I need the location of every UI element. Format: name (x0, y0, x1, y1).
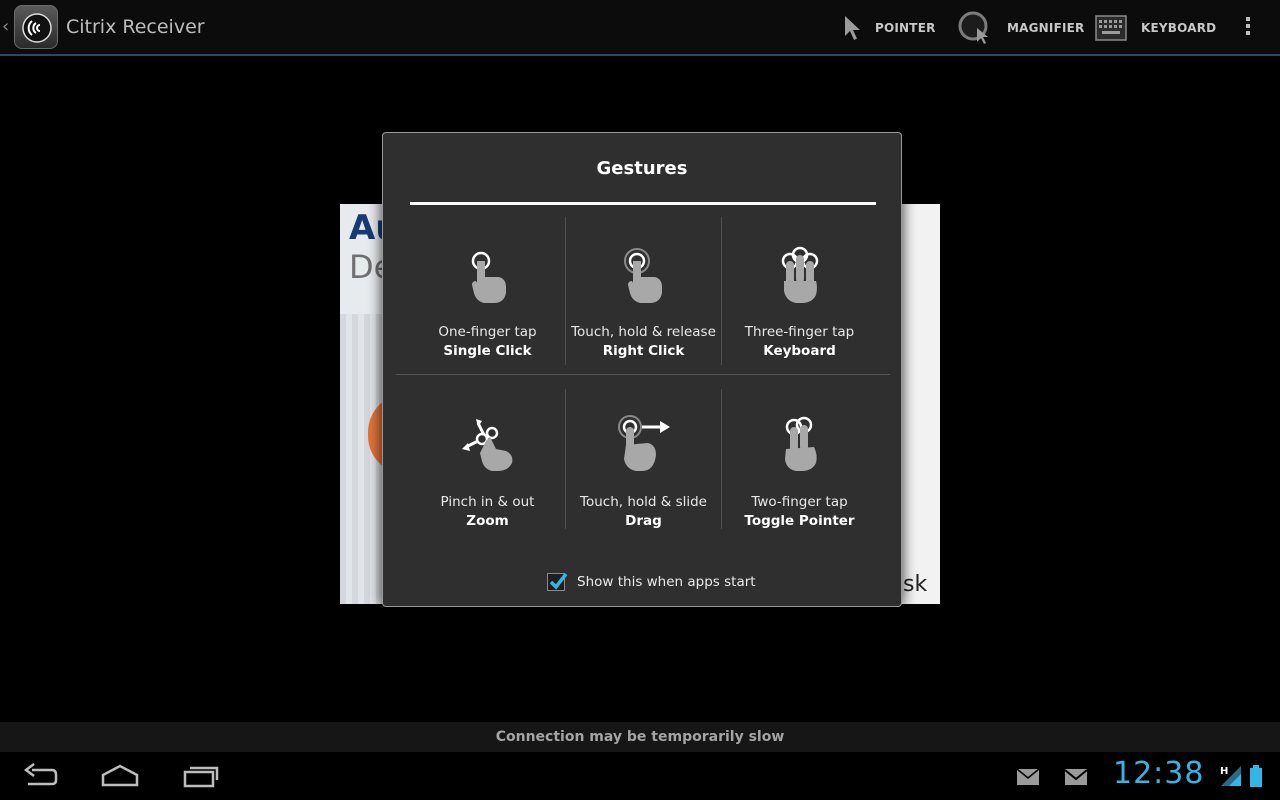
keyboard-label: KEYBOARD (1141, 21, 1217, 35)
magnifier-label: MAGNIFIER (1007, 21, 1085, 35)
remote-content-logo-text: sk (903, 572, 928, 597)
show-on-start-row[interactable]: Show this when apps start (547, 572, 756, 591)
gesture-cell-keyboard: Three-finger tap Keyboard (722, 217, 877, 367)
pinch-icon (461, 419, 512, 471)
gesture-cell-single-click: One-finger tap Single Click (410, 217, 565, 367)
gesture-description: Three-finger tap (744, 324, 855, 340)
system-nav-bar (0, 752, 1280, 800)
gesture-description: Pinch in & out (440, 494, 535, 510)
gesture-action: Right Click (602, 343, 685, 359)
up-chevron-icon[interactable]: ‹ (2, 16, 9, 37)
gesture-action: Keyboard (763, 343, 836, 359)
pointer-button[interactable]: POINTER (843, 0, 936, 56)
gestures-dialog: Gestures One-finger tap Single Click Tou… (382, 132, 902, 607)
gesture-action: Toggle Pointer (744, 513, 855, 529)
citrix-app-icon[interactable] (14, 5, 58, 49)
show-on-start-label: Show this when apps start (577, 574, 756, 590)
keyboard-button[interactable]: KEYBOARD (1095, 0, 1216, 56)
row-divider (396, 374, 890, 375)
recent-apps-icon[interactable] (182, 760, 220, 792)
show-on-start-checkbox[interactable] (547, 572, 568, 591)
pointer-label: POINTER (875, 21, 936, 35)
gesture-description: Touch, hold & release (571, 324, 716, 340)
keyboard-icon (1095, 15, 1127, 41)
email-notification-icon[interactable] (1016, 768, 1040, 786)
touch-hold-slide-icon (617, 415, 670, 471)
connection-status: Connection may be temporarily slow (0, 722, 1280, 752)
gesture-action: Drag (625, 513, 662, 529)
network-type-label: H (1220, 766, 1228, 777)
checkmark-icon (549, 572, 568, 590)
system-clock[interactable]: 12:38 (1113, 756, 1204, 791)
magnifier-icon (958, 11, 988, 44)
remote-content-side (900, 204, 940, 604)
gesture-description: Two-finger tap (751, 494, 848, 510)
gesture-action: Single Click (443, 343, 532, 359)
pointer-arrow-icon (845, 16, 860, 40)
action-bar: ‹ Citrix Receiver POINTER MAGNIFIER KEYB… (0, 0, 1280, 56)
one-finger-tap-icon (471, 251, 506, 303)
gesture-description: One-finger tap (438, 324, 537, 340)
gesture-cell-zoom: Pinch in & out Zoom (410, 389, 565, 539)
gesture-action: Zoom (466, 513, 509, 529)
three-finger-tap-icon (781, 246, 818, 303)
dialog-title: Gestures (596, 158, 688, 179)
overflow-menu-icon[interactable] (1243, 14, 1253, 40)
touch-hold-release-icon (623, 248, 662, 303)
home-icon[interactable] (100, 760, 140, 792)
gesture-cell-toggle-pointer: Two-finger tap Toggle Pointer (722, 389, 877, 539)
back-icon[interactable] (22, 760, 58, 792)
battery-icon[interactable] (1248, 764, 1264, 788)
magnifier-button[interactable]: MAGNIFIER (957, 0, 1085, 56)
signal-strength-icon[interactable]: H (1219, 764, 1245, 788)
gmail-notification-icon[interactable] (1064, 768, 1088, 786)
title-divider (410, 202, 876, 205)
two-finger-tap-icon (784, 416, 817, 471)
app-title: Citrix Receiver (66, 16, 205, 38)
gesture-cell-right-click: Touch, hold & release Right Click (566, 217, 721, 367)
gesture-description: Touch, hold & slide (580, 494, 707, 510)
gesture-cell-drag: Touch, hold & slide Drag (566, 389, 721, 539)
